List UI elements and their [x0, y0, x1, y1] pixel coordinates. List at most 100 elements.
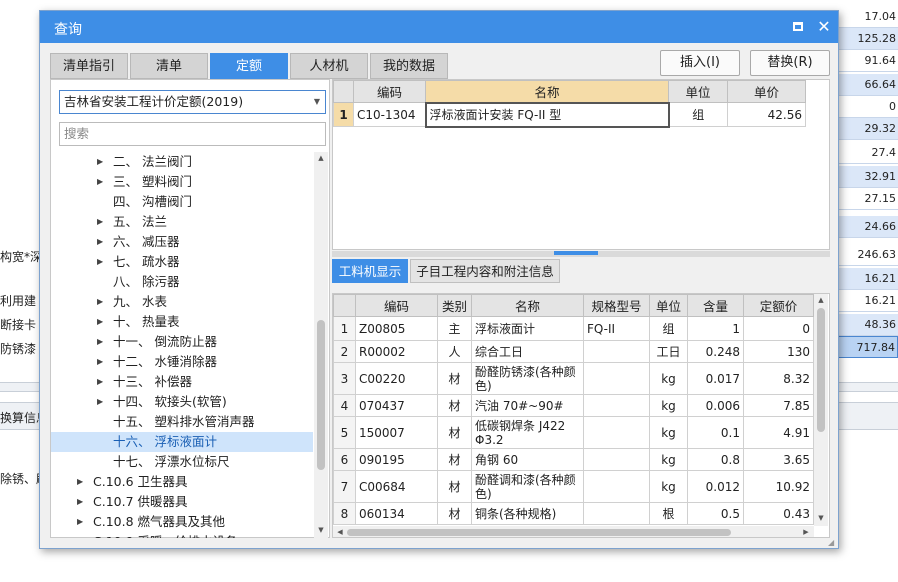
tab-quota[interactable]: 定额 — [210, 53, 288, 79]
row-unit[interactable]: 组 — [668, 102, 728, 127]
row-quantity[interactable]: 1 — [687, 316, 744, 341]
row-category[interactable]: 材 — [437, 416, 472, 449]
search-input[interactable]: 搜索 — [59, 122, 326, 146]
tab-list[interactable]: 清单 — [130, 53, 208, 79]
row-spec[interactable]: FQ-II — [583, 316, 650, 341]
material-vscroll-thumb[interactable] — [817, 308, 825, 432]
row-unit[interactable]: kg — [649, 362, 688, 395]
row-name[interactable]: 铜条(各种规格) — [471, 502, 584, 525]
row-category[interactable]: 材 — [437, 502, 472, 525]
tree-item[interactable]: ▶ 七、 疏水器 — [51, 252, 313, 272]
row-unit[interactable]: 组 — [649, 316, 688, 341]
tree-item[interactable]: 十七、 浮漂水位标尺 — [51, 452, 313, 472]
row-code[interactable]: C00220 — [355, 362, 438, 395]
tab-work-content[interactable]: 子目工程内容和附注信息 — [410, 259, 560, 283]
row-unit[interactable]: kg — [649, 394, 688, 417]
table-row[interactable]: 3 C00220 材酚醛防锈漆(各种颜色) kg 0.017 8.32 — [333, 362, 814, 395]
table-row[interactable]: 4 070437 材汽油 70#~90# kg 0.006 7.85 — [333, 394, 814, 417]
row-name[interactable]: 浮标液面计安装 FQ-II 型 — [424, 101, 670, 128]
replace-button[interactable]: 替换(R) — [750, 50, 830, 76]
row-quota-price[interactable]: 3.65 — [743, 448, 814, 471]
row-category[interactable]: 材 — [437, 362, 472, 395]
row-code[interactable]: 060134 — [355, 502, 438, 525]
row-quantity[interactable]: 0.248 — [687, 340, 744, 363]
scroll-right-icon[interactable]: ▶ — [800, 528, 812, 536]
tree-item[interactable]: ▶ C.10.6 卫生器具 — [51, 472, 313, 492]
chevron-right-icon[interactable]: ▶ — [97, 372, 105, 392]
tab-list-guide[interactable]: 清单指引 — [50, 53, 128, 79]
row-quota-price[interactable]: 7.85 — [743, 394, 814, 417]
tree-item[interactable]: 八、 除污器 — [51, 272, 313, 292]
tree-scroll-thumb[interactable] — [317, 320, 325, 470]
row-spec[interactable] — [583, 448, 650, 471]
chevron-right-icon[interactable]: ▶ — [97, 312, 105, 332]
chevron-right-icon[interactable]: ▶ — [77, 472, 85, 492]
row-name[interactable]: 角钢 60 — [471, 448, 584, 471]
table-row[interactable]: 6 090195 材角钢 60 kg 0.8 3.65 — [333, 448, 814, 471]
row-price[interactable]: 42.56 — [727, 102, 806, 127]
row-quota-price[interactable]: 0.43 — [743, 502, 814, 525]
row-spec[interactable] — [583, 362, 650, 395]
row-spec[interactable] — [583, 340, 650, 363]
row-name[interactable]: 酚醛防锈漆(各种颜色) — [471, 362, 584, 395]
row-name[interactable]: 综合工日 — [471, 340, 584, 363]
row-unit[interactable]: 根 — [649, 502, 688, 525]
row-unit[interactable]: kg — [649, 470, 688, 503]
row-quantity[interactable]: 0.012 — [687, 470, 744, 503]
chevron-right-icon[interactable]: ▶ — [77, 492, 85, 512]
tree-item[interactable]: ▶ C.10.9 采暖、给排水设备 — [51, 532, 313, 538]
chevron-right-icon[interactable]: ▶ — [97, 392, 105, 412]
scroll-down-icon[interactable]: ▼ — [815, 514, 827, 522]
chevron-right-icon[interactable]: ▶ — [97, 212, 105, 232]
quota-library-select[interactable]: 吉林省安装工程计价定额(2019) ▼ — [59, 90, 326, 114]
splitter-handle[interactable] — [554, 251, 598, 255]
tree-item[interactable]: ▶ 五、 法兰 — [51, 212, 313, 232]
chevron-right-icon[interactable]: ▶ — [77, 532, 85, 538]
row-name[interactable]: 酚醛调和漆(各种颜色) — [471, 470, 584, 503]
maximize-button[interactable] — [788, 17, 808, 37]
row-code[interactable]: 070437 — [355, 394, 438, 417]
row-quota-price[interactable]: 4.91 — [743, 416, 814, 449]
row-code[interactable]: C10-1304 — [353, 102, 426, 127]
row-spec[interactable] — [583, 502, 650, 525]
row-quantity[interactable]: 0.5 — [687, 502, 744, 525]
tab-material-display[interactable]: 工料机显示 — [332, 259, 408, 283]
dialog-titlebar[interactable]: 查询 ✕ — [40, 11, 838, 43]
chevron-right-icon[interactable]: ▶ — [97, 332, 105, 352]
material-vscrollbar[interactable]: ▲ ▼ — [814, 294, 828, 526]
row-unit[interactable]: kg — [649, 416, 688, 449]
row-code[interactable]: R00002 — [355, 340, 438, 363]
tree-item[interactable]: ▶ 九、 水表 — [51, 292, 313, 312]
tree-item[interactable]: ▶ 十四、 软接头(软管) — [51, 392, 313, 412]
row-quantity[interactable]: 0.006 — [687, 394, 744, 417]
scroll-down-icon[interactable]: ▼ — [315, 526, 327, 534]
row-code[interactable]: 150007 — [355, 416, 438, 449]
row-spec[interactable] — [583, 470, 650, 503]
chevron-right-icon[interactable]: ▶ — [97, 232, 105, 252]
tree-item[interactable]: 十五、 塑料排水管消声器 — [51, 412, 313, 432]
row-name[interactable]: 低碳钢焊条 J422 Φ3.2 — [471, 416, 584, 449]
row-quota-price[interactable]: 8.32 — [743, 362, 814, 395]
table-row[interactable]: 1 C10-1304 浮标液面计安装 FQ-II 型 组 42.56 — [333, 101, 806, 128]
insert-button[interactable]: 插入(I) — [660, 50, 740, 76]
table-row[interactable]: 8 060134 材铜条(各种规格) 根 0.5 0.43 — [333, 502, 814, 525]
tree-item[interactable]: ▶ 十二、 水锤消除器 — [51, 352, 313, 372]
tab-my-data[interactable]: 我的数据 — [370, 53, 448, 79]
row-category[interactable]: 材 — [437, 394, 472, 417]
chevron-right-icon[interactable]: ▶ — [97, 352, 105, 372]
table-row[interactable]: 2 R00002 人综合工日 工日 0.248 130 — [333, 340, 814, 363]
tree-item[interactable]: 四、 沟槽阀门 — [51, 192, 313, 212]
scroll-up-icon[interactable]: ▲ — [315, 154, 327, 162]
row-category[interactable]: 主 — [437, 316, 472, 341]
row-category[interactable]: 人 — [437, 340, 472, 363]
row-spec[interactable] — [583, 394, 650, 417]
chevron-right-icon[interactable]: ▶ — [97, 152, 105, 172]
row-name[interactable]: 浮标液面计 — [471, 316, 584, 341]
tree-item[interactable]: ▶ 三、 塑料阀门 — [51, 172, 313, 192]
row-quota-price[interactable]: 10.92 — [743, 470, 814, 503]
tree-item[interactable]: ▶ 二、 法兰阀门 — [51, 152, 313, 172]
row-name[interactable]: 汽油 70#~90# — [471, 394, 584, 417]
close-button[interactable]: ✕ — [814, 17, 834, 37]
tree-scrollbar[interactable]: ▲ ▼ — [314, 152, 328, 538]
row-quantity[interactable]: 0.8 — [687, 448, 744, 471]
